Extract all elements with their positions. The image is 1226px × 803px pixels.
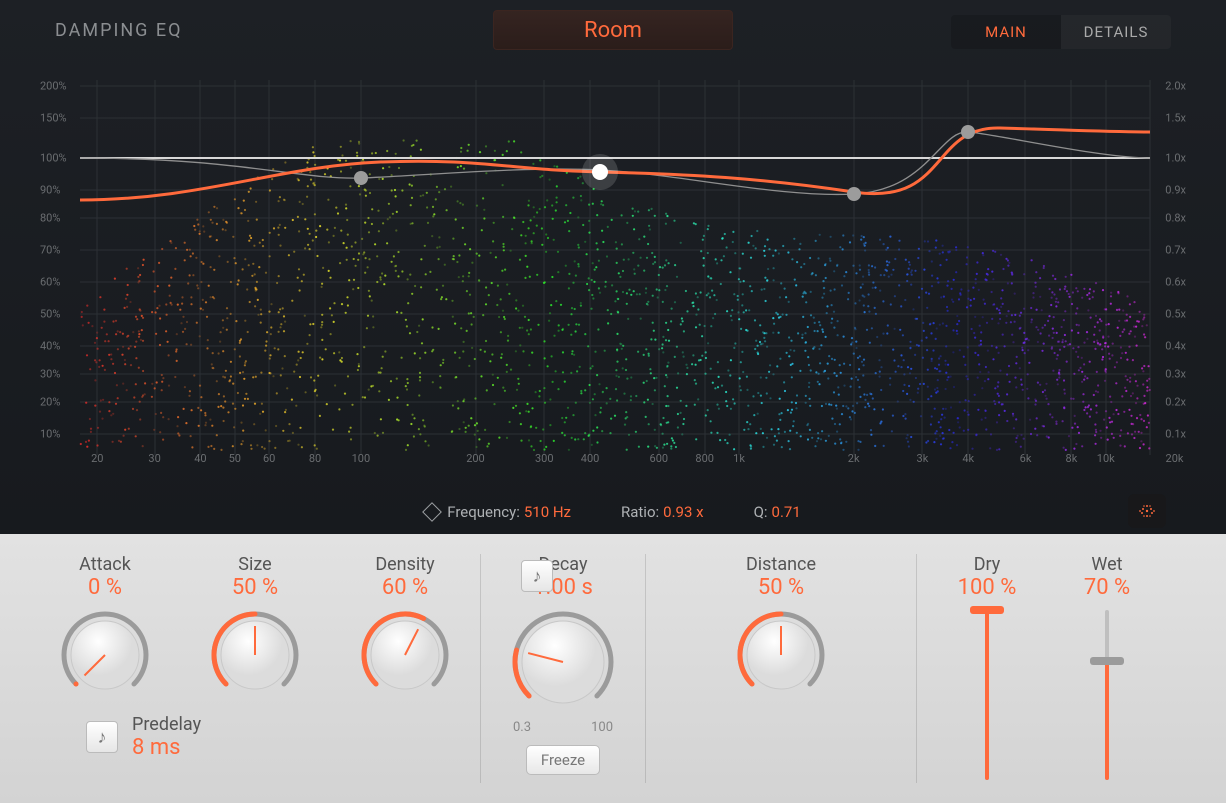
eq-readout: Frequency: 510 Hz Ratio: 0.93 x Q: 0.71 (0, 490, 1226, 534)
tab-details[interactable]: DETAILS (1061, 15, 1171, 49)
eq-graph[interactable]: 200% 150% 100% 90% 80% 70% 60% 50% 40% 3… (40, 70, 1186, 470)
density-knob[interactable] (360, 610, 450, 700)
wet-value[interactable]: 70 % (1084, 575, 1130, 600)
density-label: Density (375, 554, 434, 575)
q-label: Q: (754, 503, 768, 521)
node-marker-icon (422, 502, 442, 522)
decay-range-max: 100 (591, 720, 613, 735)
attack-label: Attack (79, 554, 131, 575)
tab-main[interactable]: MAIN (951, 15, 1061, 49)
section-title: DAMPING EQ (55, 20, 183, 41)
q-value[interactable]: 0.71 (772, 503, 801, 521)
distance-label: Distance (746, 554, 816, 575)
preset-selector[interactable]: Room (493, 10, 733, 50)
density-value[interactable]: 60 % (382, 575, 428, 600)
size-knob[interactable] (210, 610, 300, 700)
spray-icon (1136, 500, 1158, 522)
spectrum-display-toggle[interactable] (1128, 494, 1166, 528)
wet-slider[interactable] (1104, 610, 1110, 780)
attack-knob[interactable] (60, 610, 150, 700)
frequency-label: Frequency: (447, 503, 520, 521)
ratio-value[interactable]: 0.93 x (663, 503, 703, 521)
predelay-sync-button[interactable]: ♪ (86, 721, 118, 753)
dry-slider[interactable] (984, 610, 990, 780)
predelay-label: Predelay (132, 714, 201, 735)
predelay-value[interactable]: 8 ms (132, 735, 201, 760)
preset-name: Room (584, 18, 642, 43)
frequency-value[interactable]: 510 Hz (524, 503, 571, 521)
decay-knob[interactable] (511, 610, 615, 714)
size-value[interactable]: 50 % (232, 575, 278, 600)
ratio-label: Ratio: (621, 503, 659, 521)
decay-sync-button[interactable]: ♪ (521, 560, 553, 592)
note-icon: ♪ (98, 727, 107, 748)
distance-knob[interactable] (736, 610, 826, 700)
freeze-button[interactable]: Freeze (526, 745, 600, 775)
dry-label: Dry (974, 554, 1001, 575)
wet-label: Wet (1091, 554, 1122, 575)
note-icon: ♪ (533, 566, 542, 587)
dry-value[interactable]: 100 % (958, 575, 1017, 600)
distance-value[interactable]: 50 % (758, 575, 804, 600)
attack-value[interactable]: 0 % (88, 575, 122, 600)
decay-range-min: 0.3 (513, 720, 531, 735)
size-label: Size (238, 554, 271, 575)
